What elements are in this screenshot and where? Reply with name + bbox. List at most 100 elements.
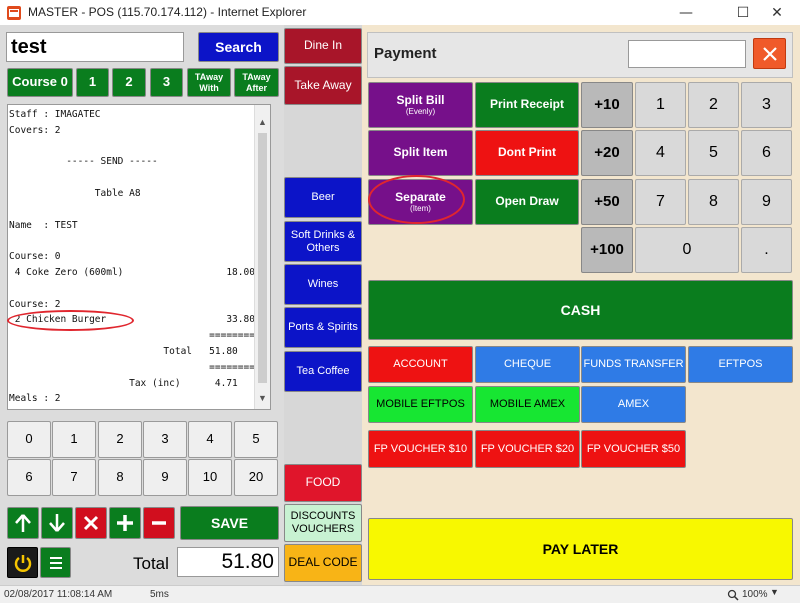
total-value: 51.80 (177, 547, 279, 577)
ie-logo-icon (7, 6, 21, 20)
voucher-button[interactable]: FP VOUCHER $20 (475, 430, 580, 468)
delete-icon (83, 515, 99, 531)
close-icon[interactable]: ✕ (754, 0, 800, 25)
payment-amount-input[interactable] (628, 40, 746, 68)
plus-10-button[interactable]: +10 (581, 82, 633, 128)
keypad-9-button[interactable]: 9 (143, 459, 187, 496)
plus-100-button[interactable]: +100 (581, 227, 633, 273)
numpad-dot-button[interactable]: . (741, 227, 792, 273)
takeaway-with-label-2: With (199, 82, 219, 93)
keypad-3-button[interactable]: 3 (143, 421, 187, 458)
window-title: MASTER - POS (115.70.174.112) - Internet… (28, 5, 307, 19)
keypad-7-button[interactable]: 7 (52, 459, 96, 496)
search-input[interactable] (6, 32, 184, 62)
keypad-6-button[interactable]: 6 (7, 459, 51, 496)
order-receipt[interactable]: Staff : IMAGATEC Covers: 2 ----- SEND --… (7, 104, 271, 410)
separate-button[interactable]: Separate (Item) (368, 179, 473, 225)
numpad-4-button[interactable]: 4 (635, 130, 686, 176)
discounts-vouchers-button[interactable]: DISCOUNTS VOUCHERS (284, 504, 362, 542)
cash-button[interactable]: CASH (368, 280, 793, 340)
takeaway-after-label-1: TAway (242, 72, 271, 83)
takeaway-with-label-1: TAway (194, 72, 224, 83)
category-button[interactable]: Beer (284, 177, 362, 218)
category-button[interactable]: Soft Drinks & Others (284, 221, 362, 262)
numpad-1-button[interactable]: 1 (635, 82, 686, 128)
category-button[interactable]: Ports & Spirits (284, 307, 362, 348)
receipt-text: Staff : IMAGATEC Covers: 2 ----- SEND --… (9, 109, 255, 405)
course-2-button[interactable]: 2 (112, 68, 146, 97)
keypad-5-button[interactable]: 5 (234, 421, 278, 458)
payment-method-button[interactable]: MOBILE EFTPOS (368, 386, 473, 423)
keypad-1-button[interactable]: 1 (52, 421, 96, 458)
add-button[interactable] (109, 507, 141, 539)
payment-method-button[interactable]: MOBILE AMEX (475, 386, 580, 423)
print-receipt-button[interactable]: Print Receipt (475, 82, 579, 128)
power-icon (14, 554, 31, 572)
payment-method-button[interactable]: AMEX (581, 386, 686, 423)
numpad-2-button[interactable]: 2 (688, 82, 739, 128)
take-away-button[interactable]: Take Away (284, 66, 362, 105)
move-up-button[interactable] (7, 507, 39, 539)
scroll-down-icon[interactable]: ▼ (258, 393, 267, 403)
status-zoom[interactable]: 100% (742, 589, 768, 600)
course-0-button[interactable]: Course 0 (7, 68, 73, 97)
split-item-button[interactable]: Split Item (368, 130, 473, 176)
plus-20-button[interactable]: +20 (581, 130, 633, 176)
move-down-button[interactable] (41, 507, 73, 539)
zoom-icon[interactable] (727, 589, 739, 601)
split-bill-button[interactable]: Split Bill (Evenly) (368, 82, 473, 128)
minus-icon (152, 521, 166, 525)
arrow-up-icon (15, 514, 31, 532)
keypad-8-button[interactable]: 8 (98, 459, 142, 496)
food-button[interactable]: FOOD (284, 464, 362, 502)
title-bar: MASTER - POS (115.70.174.112) - Internet… (0, 0, 800, 25)
total-label: Total (133, 554, 169, 573)
category-button[interactable]: Wines (284, 264, 362, 305)
keypad-10-button[interactable]: 10 (188, 459, 232, 496)
voucher-button[interactable]: FP VOUCHER $50 (581, 430, 686, 468)
keypad-2-button[interactable]: 2 (98, 421, 142, 458)
split-bill-sub: (Evenly) (405, 107, 436, 117)
payment-method-button[interactable]: FUNDS TRANSFER (581, 346, 686, 383)
dont-print-button[interactable]: Dont Print (475, 130, 579, 176)
receipt-scrollbar[interactable]: ▲ ▼ (254, 105, 270, 409)
numpad-6-button[interactable]: 6 (741, 130, 792, 176)
deal-code-button[interactable]: DEAL CODE (284, 544, 362, 582)
delete-button[interactable] (75, 507, 107, 539)
menu-button[interactable] (40, 547, 71, 578)
voucher-button[interactable]: FP VOUCHER $10 (368, 430, 473, 468)
course-1-button[interactable]: 1 (76, 68, 109, 97)
numpad-9-button[interactable]: 9 (741, 179, 792, 225)
search-button[interactable]: Search (198, 32, 279, 62)
numpad-5-button[interactable]: 5 (688, 130, 739, 176)
keypad-0-button[interactable]: 0 (7, 421, 51, 458)
separate-label: Separate (395, 189, 446, 204)
scroll-up-icon[interactable]: ▲ (258, 117, 267, 127)
arrow-down-icon (49, 514, 65, 532)
status-bar: 02/08/2017 11:08:14 AM 5ms 100% ▼ (0, 585, 800, 603)
numpad-8-button[interactable]: 8 (688, 179, 739, 225)
category-button[interactable]: Tea Coffee (284, 351, 362, 392)
zoom-dropdown-icon[interactable]: ▼ (770, 587, 779, 597)
payment-method-button[interactable]: ACCOUNT (368, 346, 473, 383)
minimize-icon[interactable]: — (663, 0, 709, 25)
keypad-20-button[interactable]: 20 (234, 459, 278, 496)
numpad-7-button[interactable]: 7 (635, 179, 686, 225)
payment-close-button[interactable] (753, 38, 786, 69)
pay-later-button[interactable]: PAY LATER (368, 518, 793, 580)
takeaway-after-button[interactable]: TAway After (234, 68, 279, 97)
subtract-button[interactable] (143, 507, 175, 539)
keypad-4-button[interactable]: 4 (188, 421, 232, 458)
power-button[interactable] (7, 547, 38, 578)
open-draw-button[interactable]: Open Draw (475, 179, 579, 225)
course-3-button[interactable]: 3 (150, 68, 183, 97)
takeaway-with-button[interactable]: TAway With (187, 68, 231, 97)
dine-in-button[interactable]: Dine In (284, 28, 362, 64)
scroll-thumb[interactable] (258, 133, 267, 383)
save-button[interactable]: SAVE (180, 506, 279, 540)
payment-method-button[interactable]: CHEQUE (475, 346, 580, 383)
numpad-0-button[interactable]: 0 (635, 227, 739, 273)
numpad-3-button[interactable]: 3 (741, 82, 792, 128)
payment-method-button[interactable]: EFTPOS (688, 346, 793, 383)
plus-50-button[interactable]: +50 (581, 179, 633, 225)
